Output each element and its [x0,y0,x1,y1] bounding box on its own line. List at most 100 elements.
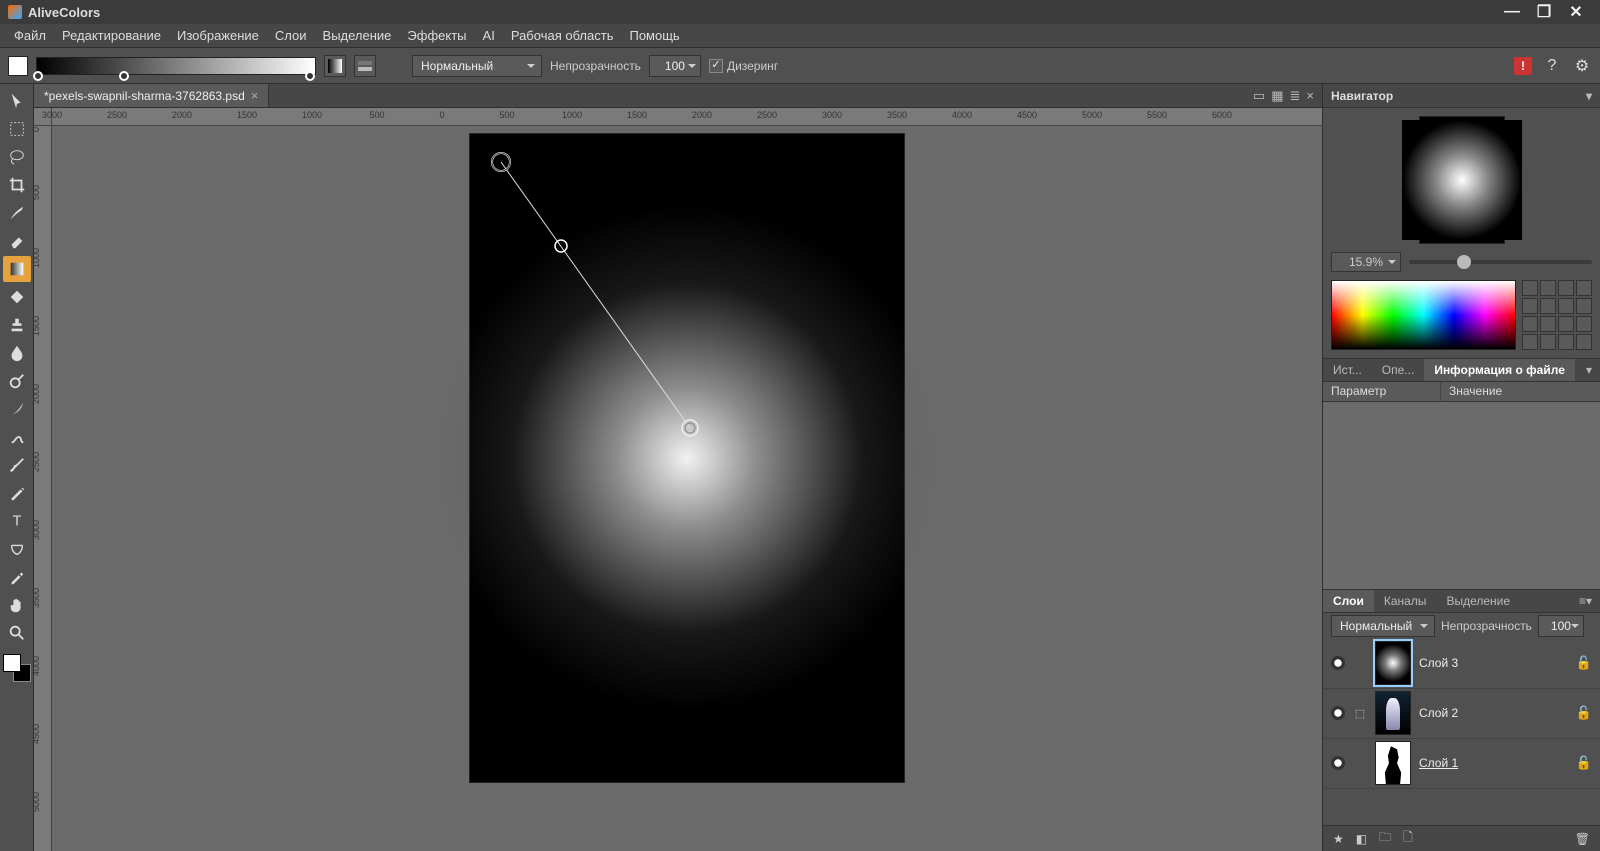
panel-menu-icon[interactable]: ▾ [1586,89,1592,103]
close-tab-icon[interactable]: × [251,88,259,103]
layer-lock-icon[interactable]: 🔓 [1576,755,1592,771]
menu-image[interactable]: Изображение [169,25,267,46]
navigator-panel-header[interactable]: Навигатор ▾ [1323,84,1600,108]
tool-blur[interactable] [3,340,31,366]
layer-blend-dropdown[interactable]: Нормальный [1331,615,1435,637]
gradient-type-radial-button[interactable] [354,55,376,77]
tool-zoom[interactable] [3,620,31,646]
view-single-icon[interactable]: ▭ [1253,88,1265,104]
dithering-checkbox[interactable]: ✓ Дизеринг [709,59,778,73]
tool-hand[interactable] [3,592,31,618]
gradient-color-swatch[interactable] [8,56,28,76]
close-all-icon[interactable]: × [1306,88,1314,103]
zoom-percent-field[interactable]: 15.9% [1331,252,1401,272]
tab-file-info[interactable]: Информация о файле [1424,359,1575,381]
layer-blend-label: Нормальный [1340,619,1412,633]
canvas[interactable] [470,134,904,782]
tool-brush[interactable] [3,200,31,226]
layer-visibility-icon[interactable] [1331,706,1345,720]
tool-dodge[interactable] [3,368,31,394]
menu-effects[interactable]: Эффекты [399,25,474,46]
layer-name-label[interactable]: Слой 3 [1419,656,1568,670]
tool-pen[interactable] [3,480,31,506]
zoom-slider[interactable] [1409,260,1592,264]
window-minimize-button[interactable]: — [1496,3,1528,21]
view-list-icon[interactable]: ≣ [1290,88,1301,104]
tool-move[interactable] [3,88,31,114]
tool-crop[interactable] [3,172,31,198]
tool-artistic-brush[interactable] [3,396,31,422]
tool-selection[interactable] [3,116,31,142]
tool-eraser[interactable] [3,228,31,254]
layer-delete-icon[interactable]: 🗑 [1575,832,1590,846]
canvas-viewport[interactable]: 3000250020001500100050005001000150020002… [34,108,1322,851]
tab-history[interactable]: Ист... [1323,359,1372,381]
toolbox: T [0,84,34,851]
menu-file[interactable]: Файл [6,25,54,46]
menu-workspace[interactable]: Рабочая область [503,25,622,46]
blend-mode-dropdown[interactable]: Нормальный [412,55,542,77]
menu-edit[interactable]: Редактирование [54,25,169,46]
gradient-stop-handle[interactable] [119,71,129,81]
menu-ai[interactable]: AI [475,25,503,46]
document-tab[interactable]: *pexels-swapnil-sharma-3762863.psd × [34,84,269,107]
tool-fill[interactable] [3,284,31,310]
layer-lock-icon[interactable]: 🔓 [1576,705,1592,721]
gradient-widget-overlay[interactable] [470,134,904,782]
layer-row[interactable]: Слой 1 🔓 [1323,739,1600,789]
menu-layers[interactable]: Слои [267,25,315,46]
navigator-thumb[interactable] [1419,116,1505,244]
tool-lasso[interactable] [3,144,31,170]
tool-deform[interactable] [3,452,31,478]
layer-lock-icon[interactable]: 🔓 [1576,655,1592,671]
color-spectrum[interactable] [1331,280,1516,350]
panel-menu-icon[interactable]: ▾ [1578,359,1600,381]
ruler-horizontal[interactable]: 3000250020001500100050005001000150020002… [52,108,1322,126]
layer-thumbnail[interactable] [1375,641,1411,685]
menu-select[interactable]: Выделение [315,25,400,46]
opacity-field[interactable]: 100 [649,55,701,77]
layer-opacity-field[interactable]: 100 [1538,615,1584,637]
ruler-vertical[interactable]: 0500100015002000250030003500400045005000 [34,126,52,851]
tool-smudge[interactable] [3,424,31,450]
layer-visibility-icon[interactable] [1331,656,1345,670]
layer-visibility-icon[interactable] [1331,756,1345,770]
gradient-preview[interactable] [36,57,316,75]
layer-thumbnail[interactable] [1375,691,1411,735]
layer-mask-icon[interactable]: ◧ [1356,832,1367,846]
layer-fx-icon[interactable]: ★ [1333,832,1344,846]
navigator-preview[interactable] [1323,108,1600,250]
zoom-slider-knob[interactable] [1457,255,1471,269]
tool-stamp[interactable] [3,312,31,338]
tool-shape[interactable] [3,536,31,562]
window-maximize-button[interactable]: ❐ [1528,2,1560,22]
layer-row[interactable]: Слой 3 🔓 [1323,639,1600,689]
settings-gear-icon[interactable]: ⚙ [1572,56,1592,76]
layer-row[interactable]: ⬚Слой 2🔓 [1323,689,1600,739]
tool-gradient[interactable] [3,256,31,282]
window-close-button[interactable]: ✕ [1560,2,1592,22]
gradient-stop-handle[interactable] [33,71,43,81]
layer-thumbnail[interactable] [1375,741,1411,785]
layer-new-icon[interactable]: 🗋 [1403,828,1413,849]
tool-eyedropper[interactable] [3,564,31,590]
titlebar: AliveColors — ❐ ✕ [0,0,1600,24]
view-grid-icon[interactable]: ▦ [1271,88,1283,104]
gradient-type-linear-button[interactable] [324,55,346,77]
layer-name-label[interactable]: Слой 2 [1419,706,1568,720]
tool-text[interactable]: T [3,508,31,534]
menu-help[interactable]: Помощь [621,25,687,46]
foreground-color-swatch[interactable] [3,654,21,672]
layer-group-icon[interactable]: 🗀 [1379,828,1391,849]
panel-menu-icon[interactable]: ≡▾ [1571,590,1600,612]
tab-channels[interactable]: Каналы [1374,590,1437,612]
gradient-stop-handle[interactable] [305,71,315,81]
layer-name-label[interactable]: Слой 1 [1419,756,1568,770]
tab-layers[interactable]: Слои [1323,590,1374,612]
color-swatches[interactable] [3,654,31,682]
tab-selection[interactable]: Выделение [1436,590,1520,612]
swatches-grid[interactable] [1522,280,1592,350]
help-icon[interactable]: ? [1542,56,1562,76]
tab-actions[interactable]: Опе... [1372,359,1425,381]
notification-warning-icon[interactable]: ! [1514,57,1532,75]
